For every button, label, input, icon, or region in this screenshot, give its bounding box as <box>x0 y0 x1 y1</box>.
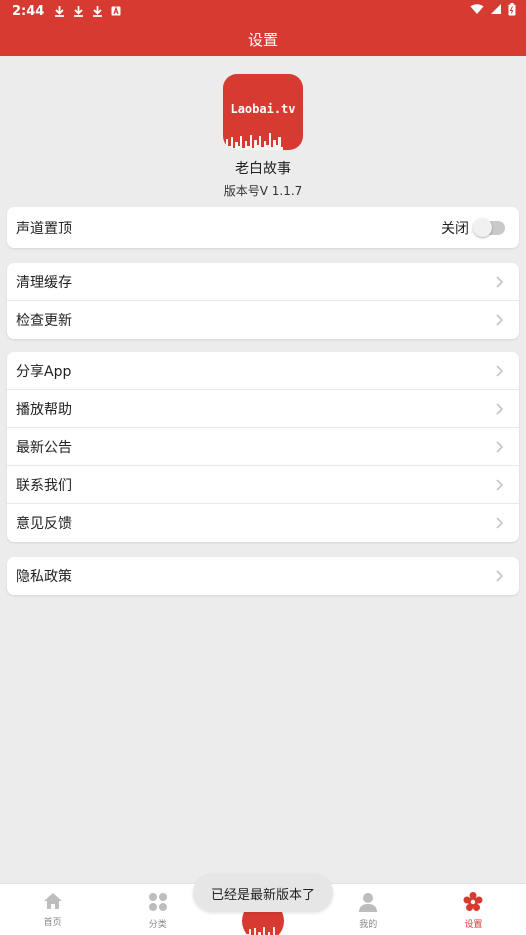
chevron-right-icon <box>493 478 505 491</box>
download-icon <box>54 5 65 17</box>
clear-cache-label: 清理缓存 <box>16 274 72 291</box>
play-help-label: 播放帮助 <box>16 401 72 418</box>
chevron-right-icon <box>493 402 505 415</box>
page-title: 设置 <box>247 30 278 49</box>
category-icon <box>148 892 168 915</box>
chevron-right-icon <box>493 440 505 453</box>
chevron-right-icon <box>493 275 505 288</box>
share-app-label: 分享App <box>16 363 72 380</box>
check-update-label: 检查更新 <box>16 313 72 329</box>
home-icon <box>43 892 63 913</box>
feedback-label: 意见反馈 <box>16 516 72 532</box>
wifi-icon <box>470 3 484 19</box>
contact-us-label: 联系我们 <box>16 477 72 494</box>
app-info: Laobai.tv 老白故事 版本号V 1.1.7 <box>0 74 526 199</box>
app-notify-icon <box>111 6 121 16</box>
clear-cache-row[interactable]: 清理缓存 <box>7 263 519 301</box>
app-name: 老白故事 <box>235 161 291 177</box>
nav-home-label: 首页 <box>43 918 62 928</box>
nav-profile-label: 我的 <box>359 920 378 930</box>
settings-card-misc: 分享App 播放帮助 最新公告 联系我们 意见反馈 <box>7 352 519 542</box>
settings-icon <box>463 892 483 915</box>
announcement-row[interactable]: 最新公告 <box>7 428 519 466</box>
channel-top-toggle[interactable]: 关闭 <box>441 217 505 238</box>
logo-text: Laobai.tv <box>230 102 296 116</box>
toggle-knob <box>473 217 492 237</box>
settings-card-privacy: 隐私政策 <box>7 557 519 595</box>
privacy-policy-row[interactable]: 隐私政策 <box>7 557 519 595</box>
chevron-right-icon <box>493 517 505 529</box>
chevron-right-icon <box>493 570 505 582</box>
app-logo: Laobai.tv <box>223 74 303 150</box>
settings-card-maintenance: 清理缓存 检查更新 <box>7 263 519 339</box>
status-bar: 2:44 <box>0 0 526 22</box>
channel-top-row: 声道置顶 关闭 <box>7 207 519 248</box>
nav-category-label: 分类 <box>148 920 167 930</box>
app-version: 版本号V 1.1.7 <box>223 184 303 198</box>
nav-settings-label: 设置 <box>464 920 483 930</box>
city-skyline-icon <box>223 133 283 150</box>
top-bar: 2:44 设置 <box>0 0 526 56</box>
user-icon <box>358 892 378 915</box>
download-icon <box>73 5 84 17</box>
privacy-policy-label: 隐私政策 <box>16 569 72 585</box>
toggle-switch[interactable] <box>473 217 505 237</box>
toast-message: 已经是最新版本了 <box>193 874 333 912</box>
share-app-row[interactable]: 分享App <box>7 352 519 390</box>
download-icon <box>92 5 103 17</box>
nav-home[interactable]: 首页 <box>0 884 105 935</box>
channel-top-label: 声道置顶 <box>16 220 72 237</box>
feedback-row[interactable]: 意见反馈 <box>7 504 519 542</box>
chevron-right-icon <box>493 364 505 377</box>
announcement-label: 最新公告 <box>16 439 72 456</box>
toggle-state-text: 关闭 <box>441 220 469 237</box>
settings-card-channel: 声道置顶 关闭 <box>7 207 519 248</box>
battery-icon <box>508 2 516 20</box>
chevron-right-icon <box>493 314 505 326</box>
play-help-row[interactable]: 播放帮助 <box>7 390 519 428</box>
contact-us-row[interactable]: 联系我们 <box>7 466 519 504</box>
status-time: 2:44 <box>12 3 45 19</box>
check-update-row[interactable]: 检查更新 <box>7 301 519 339</box>
nav-settings[interactable]: 设置 <box>421 884 526 935</box>
signal-icon <box>490 3 502 19</box>
